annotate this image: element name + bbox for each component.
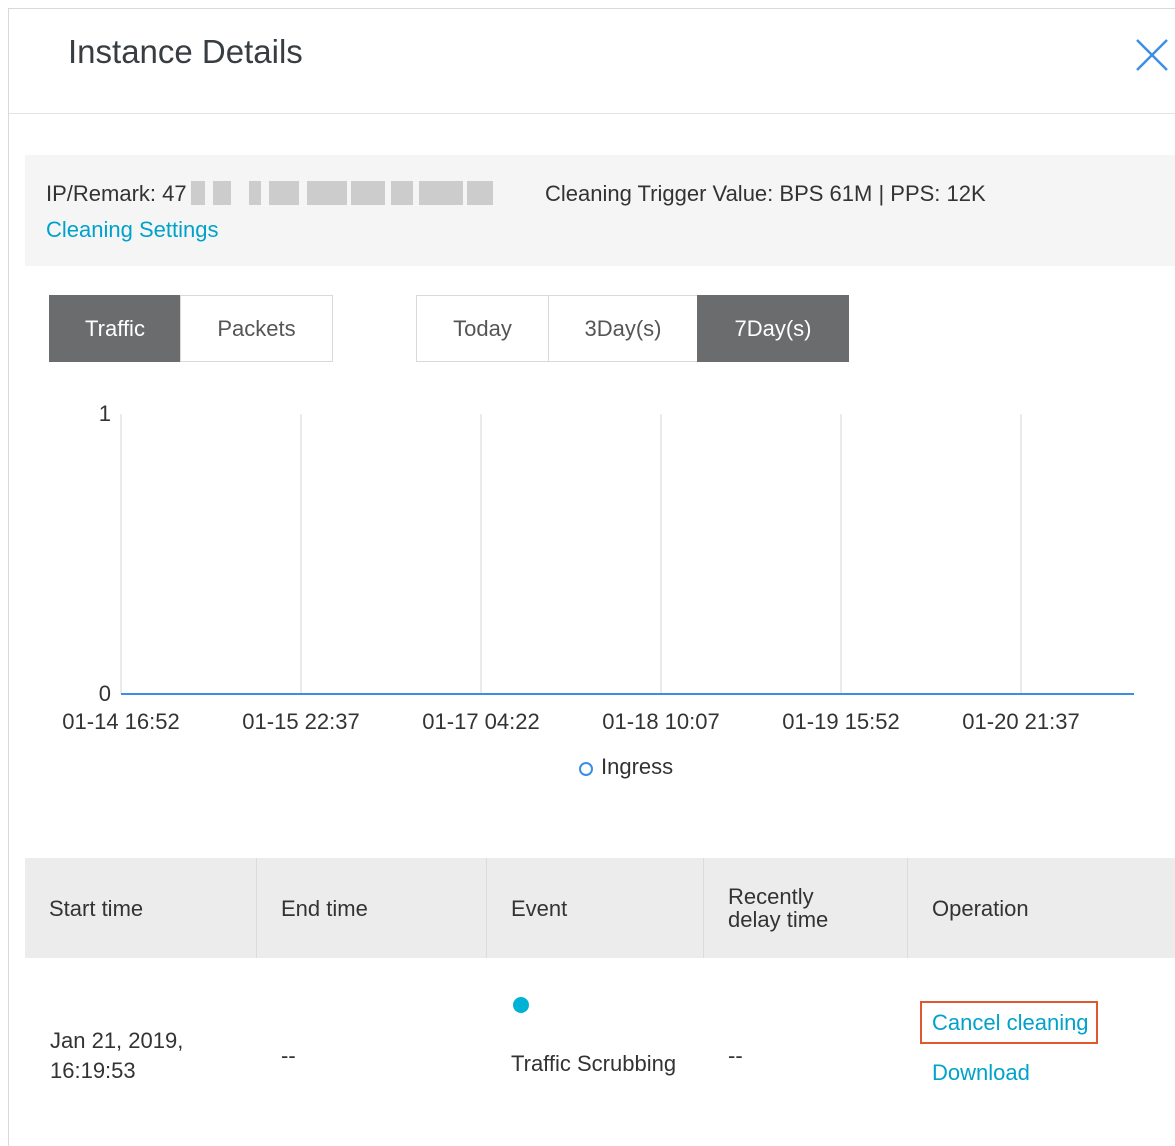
instance-details-dialog: Instance Details IP/Remark: 47 Cleaning …	[8, 8, 1175, 1146]
tab-traffic[interactable]: Traffic	[49, 295, 181, 362]
dialog-title: Instance Details	[68, 33, 303, 70]
tab-packets[interactable]: Packets	[180, 295, 333, 362]
table-row: Jan 21, 2019, 16:19:53 -- Traffic Scrubb…	[25, 958, 1175, 1138]
table-header: Start time End time Event Recently delay…	[25, 858, 1175, 958]
x-tick-label: 01-15 22:37	[242, 709, 359, 734]
legend-ingress-label: Ingress	[601, 754, 674, 779]
tab-today[interactable]: Today	[416, 295, 549, 362]
events-table: Start time End time Event Recently delay…	[25, 858, 1175, 1138]
cell-end-time: --	[281, 1043, 296, 1068]
cancel-cleaning-link[interactable]: Cancel cleaning	[920, 1001, 1098, 1044]
y-tick-label: 1	[99, 401, 111, 426]
cleaning-trigger-value: Cleaning Trigger Value: BPS 61M | PPS: 1…	[545, 181, 986, 206]
cell-delay-time: --	[728, 1043, 743, 1068]
tab-3days[interactable]: 3Day(s)	[548, 295, 698, 362]
x-tick-label: 01-20 21:37	[962, 709, 1079, 734]
header-end-time: End time	[257, 858, 487, 958]
download-link[interactable]: Download	[932, 1060, 1030, 1086]
x-tick-label: 01-18 10:07	[602, 709, 719, 734]
header-operation: Operation	[932, 895, 1029, 921]
tab-7days[interactable]: 7Day(s)	[697, 295, 849, 362]
event-status-dot-icon	[513, 997, 529, 1013]
y-tick-label: 0	[99, 681, 111, 706]
instance-info-bar: IP/Remark: 47 Cleaning Trigger Value: BP…	[25, 155, 1175, 266]
x-tick-label: 01-14 16:52	[62, 709, 179, 734]
ip-remark: IP/Remark: 47	[46, 181, 511, 207]
close-icon[interactable]	[1134, 37, 1170, 73]
range-toggle: Today 3Day(s) 7Day(s)	[416, 295, 849, 362]
x-tick-label: 01-19 15:52	[782, 709, 899, 734]
cell-start-time: Jan 21, 2019, 16:19:53	[50, 1028, 184, 1083]
cell-event: Traffic Scrubbing	[511, 1051, 677, 1076]
traffic-chart: 01-14 16:52 01-15 22:37 01-17 04:22 01-18 1…	[39, 394, 1149, 794]
redacted-ip-mask	[190, 181, 511, 206]
metric-toggle: Traffic Packets	[49, 295, 333, 362]
legend-marker-icon	[579, 762, 593, 776]
header-event: Event	[487, 858, 704, 958]
header-delay-time: Recently delay time	[704, 858, 908, 958]
ip-remark-label: IP/Remark: 47	[46, 181, 187, 206]
cleaning-settings-link[interactable]: Cleaning Settings	[46, 217, 218, 243]
x-tick-label: 01-17 04:22	[422, 709, 539, 734]
dialog-header: Instance Details	[9, 9, 1175, 114]
header-start-time: Start time	[25, 858, 257, 958]
chart-legend[interactable]: Ingress	[579, 754, 673, 780]
